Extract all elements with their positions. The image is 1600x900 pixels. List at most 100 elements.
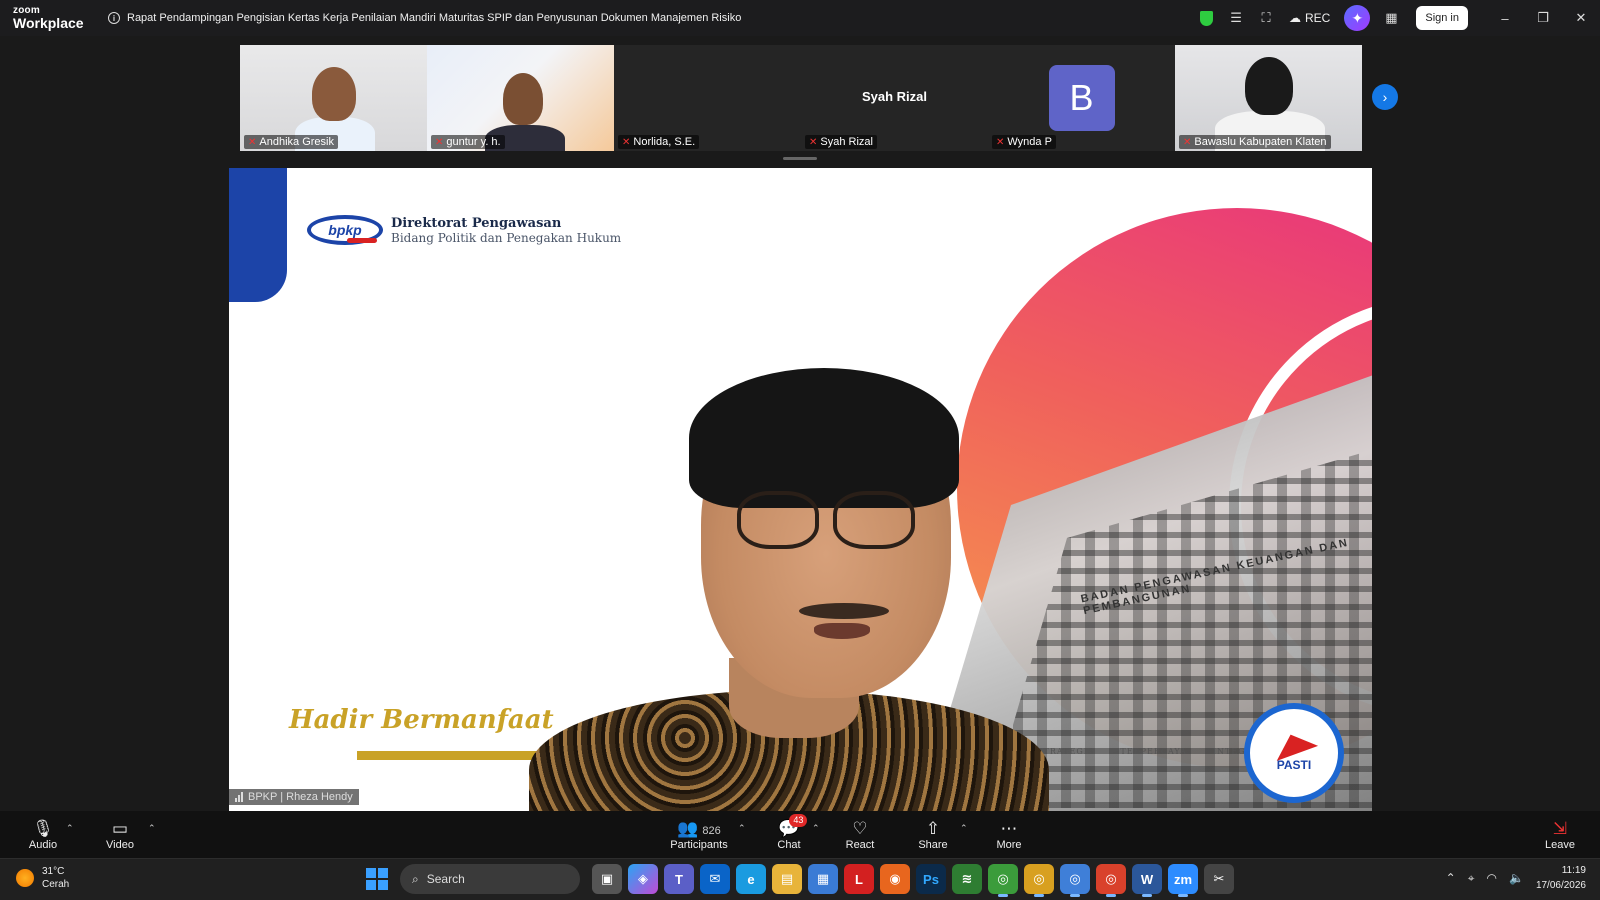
close-button[interactable]: ✕ [1562, 10, 1600, 26]
active-speaker-video: bpkp Direktorat Pengawasan Bidang Politi… [229, 168, 1372, 811]
tagline: Hadir Bermanfaat [289, 705, 554, 735]
speaker-hair [689, 368, 959, 508]
windows-taskbar: 31°C Cerah ⌕ Search ▣ ◈ T ✉ e ▤ ▦ L ◉ Ps… [0, 858, 1600, 900]
show-hidden-icons-caret-icon[interactable]: ⌃ [1446, 871, 1456, 885]
copilot-icon[interactable]: ◈ [628, 864, 658, 894]
restore-button[interactable]: ❐ [1524, 10, 1562, 26]
sign-in-button[interactable]: Sign in [1416, 6, 1468, 30]
value-item: STRATEGIS [1037, 747, 1095, 756]
more-button[interactable]: ⋯ More [993, 811, 1025, 858]
muted-mic-icon: ✕ [622, 136, 631, 148]
participant-strip: ✕ Andhika Gresik ✕ guntur y. h. ✕ Norlid… [240, 45, 1362, 151]
participant-label: ✕ guntur y. h. [431, 135, 505, 149]
muted-mic-icon: ✕ [809, 136, 818, 148]
file-explorer-icon[interactable]: ▤ [772, 864, 802, 894]
chat-icon: 💬 43 [778, 813, 808, 839]
video-options-caret-icon[interactable]: ⌃ [148, 823, 156, 834]
next-page-arrow-icon[interactable]: › [1372, 84, 1398, 110]
participants-button[interactable]: 👥 826 Participants [668, 811, 730, 858]
leave-label: Leave [1545, 838, 1575, 851]
react-button[interactable]: ♡ React [844, 811, 876, 858]
app-l-icon[interactable]: L [844, 864, 874, 894]
weather-condition: Cerah [42, 879, 70, 890]
capcut-icon[interactable]: ✂ [1204, 864, 1234, 894]
participant-name: Syah Rizal [820, 136, 873, 148]
meeting-title: Rapat Pendampingan Pengisian Kertas Kerj… [127, 12, 742, 24]
chat-button[interactable]: 💬 43 Chat [774, 811, 808, 858]
taskbar-search[interactable]: ⌕ Search [400, 864, 580, 894]
info-icon[interactable]: i [108, 12, 120, 24]
fullscreen-icon[interactable]: ⛶ [1251, 3, 1281, 33]
participant-tile[interactable]: ✕ guntur y. h. [427, 45, 614, 151]
volume-icon[interactable]: 🔈 [1509, 871, 1524, 885]
meeting-info[interactable]: i Rapat Pendampingan Pengisian Kertas Ke… [100, 12, 741, 24]
outlook-icon[interactable]: ✉ [700, 864, 730, 894]
store-icon[interactable]: ▦ [808, 864, 838, 894]
directorate-title: Direktorat Pengawasan [391, 216, 562, 231]
wifi-icon[interactable]: ◠ [1487, 871, 1497, 885]
tagline-underline [357, 751, 549, 760]
participant-video [503, 73, 543, 125]
strip-resize-handle[interactable] [783, 157, 817, 160]
clock[interactable]: 11:19 17/06/2026 [1536, 863, 1586, 893]
participant-label: ✕ Wynda P [992, 135, 1056, 149]
share-button[interactable]: ⇧ Share [917, 811, 949, 858]
leave-button[interactable]: ⇲ Leave [1544, 811, 1576, 858]
participant-tile[interactable]: ✕ Norlida, S.E. [614, 45, 801, 151]
ai-companion-icon[interactable]: ✦ [1344, 5, 1371, 31]
participant-label: ✕ Bawaslu Kabupaten Klaten [1179, 135, 1331, 149]
participant-display-name: Syah Rizal [861, 89, 928, 104]
video-button[interactable]: ▭ Video [104, 811, 136, 858]
participant-video [1245, 57, 1293, 115]
search-icon: ⌕ [412, 871, 419, 886]
teams-icon[interactable]: T [664, 864, 694, 894]
photoshop-icon[interactable]: Ps [916, 864, 946, 894]
chrome-icon[interactable]: ◎ [988, 864, 1018, 897]
participant-name: Wynda P [1007, 136, 1052, 148]
share-label: Share [918, 838, 948, 851]
zoom-logo: zoom Workplace [0, 6, 100, 31]
word-icon[interactable]: W [1132, 864, 1162, 897]
participant-label: ✕ Andhika Gresik [244, 135, 338, 149]
participant-tile[interactable]: B ✕ Wynda P [988, 45, 1175, 151]
task-view-icon[interactable]: ▣ [592, 864, 622, 894]
chrome-icon[interactable]: ◎ [1060, 864, 1090, 897]
muted-mic-icon: ✕ [996, 136, 1005, 148]
weather-widget[interactable]: 31°C Cerah [16, 865, 69, 891]
zoom-taskbar-icon[interactable]: zm [1168, 864, 1198, 897]
edge-icon[interactable]: e [736, 864, 766, 894]
taskbar-apps: ⌕ Search ▣ ◈ T ✉ e ▤ ▦ L ◉ Ps ≋ ◎ ◎ ◎ ◎ … [366, 864, 1234, 897]
chrome-icon[interactable]: ◎ [1024, 864, 1054, 897]
audio-options-caret-icon[interactable]: ⌃ [66, 823, 74, 834]
video-label: Video [106, 838, 134, 851]
layers-app-icon[interactable]: ≋ [952, 864, 982, 894]
audio-button[interactable]: 🎙 Audio [26, 811, 60, 858]
temperature: 31°C [42, 866, 65, 877]
participants-options-caret-icon[interactable]: ⌃ [738, 823, 746, 834]
notes-icon[interactable]: ☰ [1221, 3, 1251, 33]
value-item: TERPERCAYA [1120, 747, 1187, 756]
minimize-button[interactable]: – [1486, 11, 1524, 26]
participant-tile[interactable]: Syah Rizal ✕ Syah Rizal [801, 45, 988, 151]
recording-indicator[interactable]: ☁ REC [1281, 11, 1338, 25]
chrome-icon[interactable]: ◎ [1096, 864, 1126, 897]
chat-options-caret-icon[interactable]: ⌃ [812, 823, 820, 834]
logo-swoosh [347, 238, 377, 243]
encryption-shield-icon[interactable] [1191, 3, 1221, 33]
network-location-icon[interactable]: ⌖ [1468, 871, 1475, 886]
speaker-label: BPKP | Rheza Hendy [229, 789, 359, 805]
apps-grid-icon[interactable]: ▦ [1376, 3, 1406, 33]
chat-badge: 43 [789, 813, 808, 827]
share-options-caret-icon[interactable]: ⌃ [960, 823, 968, 834]
participant-tile[interactable]: ✕ Bawaslu Kabupaten Klaten [1175, 45, 1362, 151]
windows-start-icon[interactable] [366, 868, 388, 890]
firefox-icon[interactable]: ◉ [880, 864, 910, 894]
share-screen-icon: ⇧ [925, 818, 941, 838]
participants-label: Participants [670, 838, 728, 851]
system-tray: ⌃ ⌖ ◠ 🔈 11:19 17/06/2026 [1446, 863, 1586, 893]
participant-tile[interactable]: ✕ Andhika Gresik [240, 45, 427, 151]
speaker-glasses [737, 491, 927, 551]
participant-video [312, 67, 356, 121]
muted-mic-icon: ✕ [248, 136, 257, 148]
search-placeholder: Search [426, 872, 465, 886]
